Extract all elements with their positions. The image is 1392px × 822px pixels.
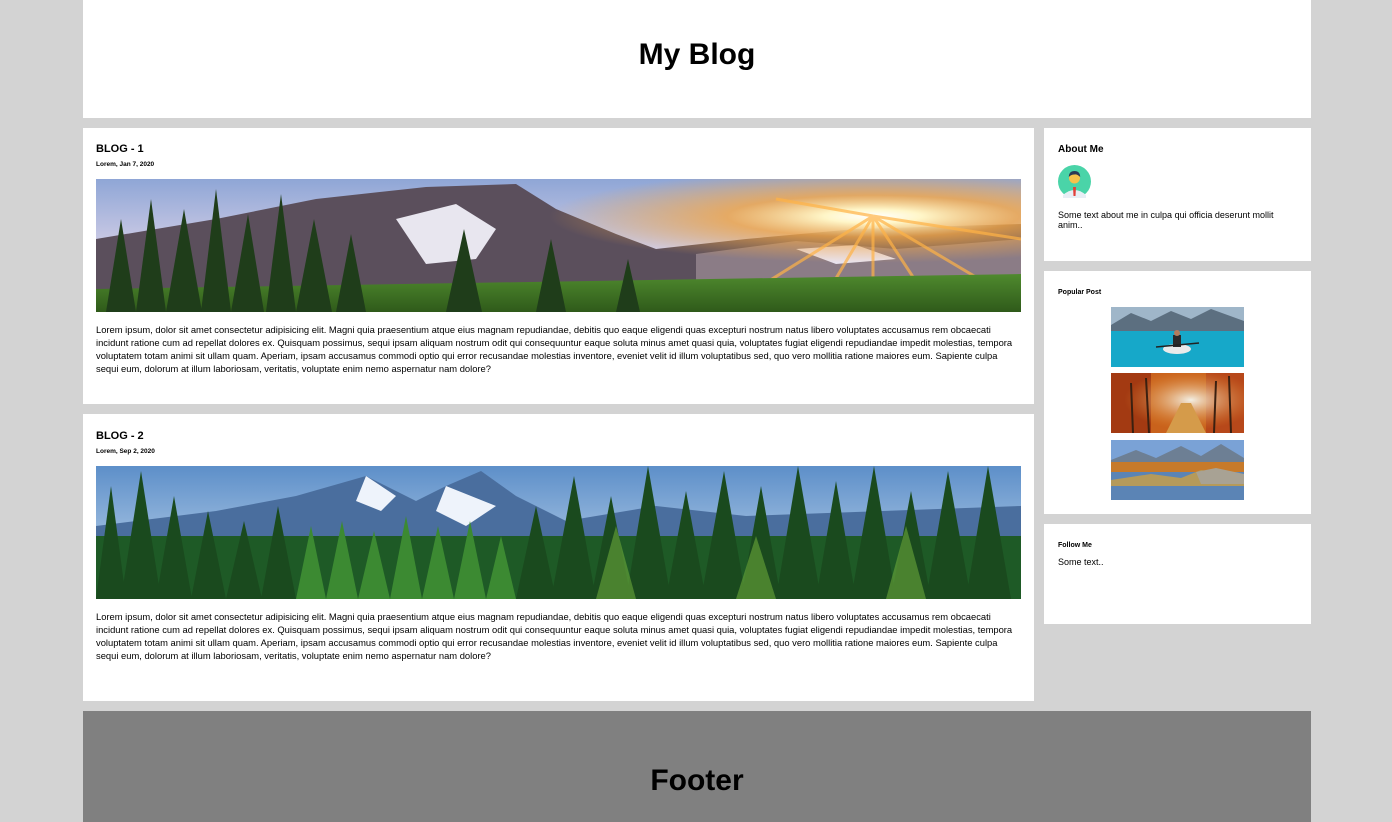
post-image-pine-forest[interactable] [96,466,1021,599]
post-title[interactable]: BLOG - 2 [96,430,144,443]
post-text: Lorem ipsum, dolor sit amet consectetur … [96,324,1013,374]
page: My Blog BLOG - 1 Lorem, Jan 7, 2020 Lore… [83,0,1311,822]
about-me-heading: About Me [1058,144,1104,155]
header: My Blog [83,0,1311,118]
follow-me-text: Some text.. [1058,557,1104,567]
post-title[interactable]: BLOG - 1 [96,143,144,156]
popular-post-heading: Popular Post [1058,289,1102,296]
post-date: Lorem, Jan 7, 2020 [96,161,155,168]
popular-post-card: Popular Post [1044,271,1311,514]
follow-me-card: Follow Me Some text.. [1044,524,1311,624]
popular-post-thumb-mountain-lake[interactable] [1111,440,1244,500]
post-text: Lorem ipsum, dolor sit amet consectetur … [96,611,1013,661]
post-image-mountain-sunset[interactable] [96,179,1021,312]
post-date: Lorem, Sep 2, 2020 [96,448,155,455]
blog-post-card: BLOG - 1 Lorem, Jan 7, 2020 Lorem ipsum,… [83,128,1034,404]
about-me-text: Some text about me in culpa qui officia … [1058,210,1274,230]
about-me-card: About Me Some text about me in culpa qui… [1044,128,1311,261]
popular-post-thumb-autumn[interactable] [1111,373,1244,433]
popular-post-thumb-kayak[interactable] [1111,307,1244,367]
footer: Footer [83,711,1311,822]
follow-me-heading: Follow Me [1058,542,1092,549]
blog-post-card: BLOG - 2 Lorem, Sep 2, 2020 Lorem ipsum,… [83,414,1034,701]
page-title: My Blog [638,38,756,71]
footer-title: Footer [650,764,744,797]
user-avatar-icon [1058,165,1091,198]
